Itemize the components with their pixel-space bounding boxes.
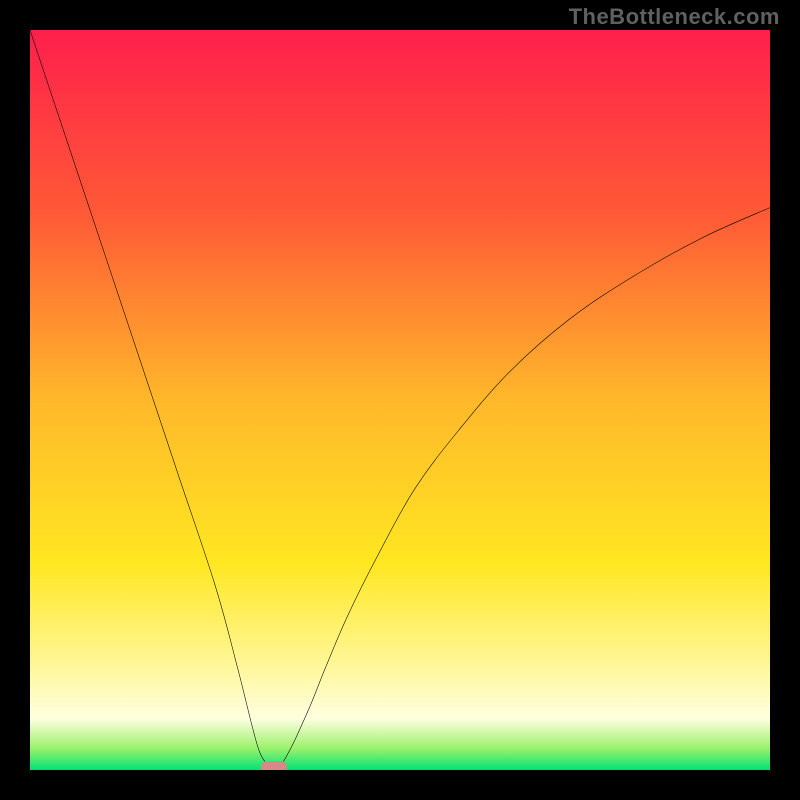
chart-frame: TheBottleneck.com xyxy=(0,0,800,800)
watermark-text: TheBottleneck.com xyxy=(569,4,780,30)
bottleneck-curve xyxy=(30,30,770,770)
plot-area xyxy=(30,30,770,770)
minimum-marker xyxy=(261,761,287,770)
